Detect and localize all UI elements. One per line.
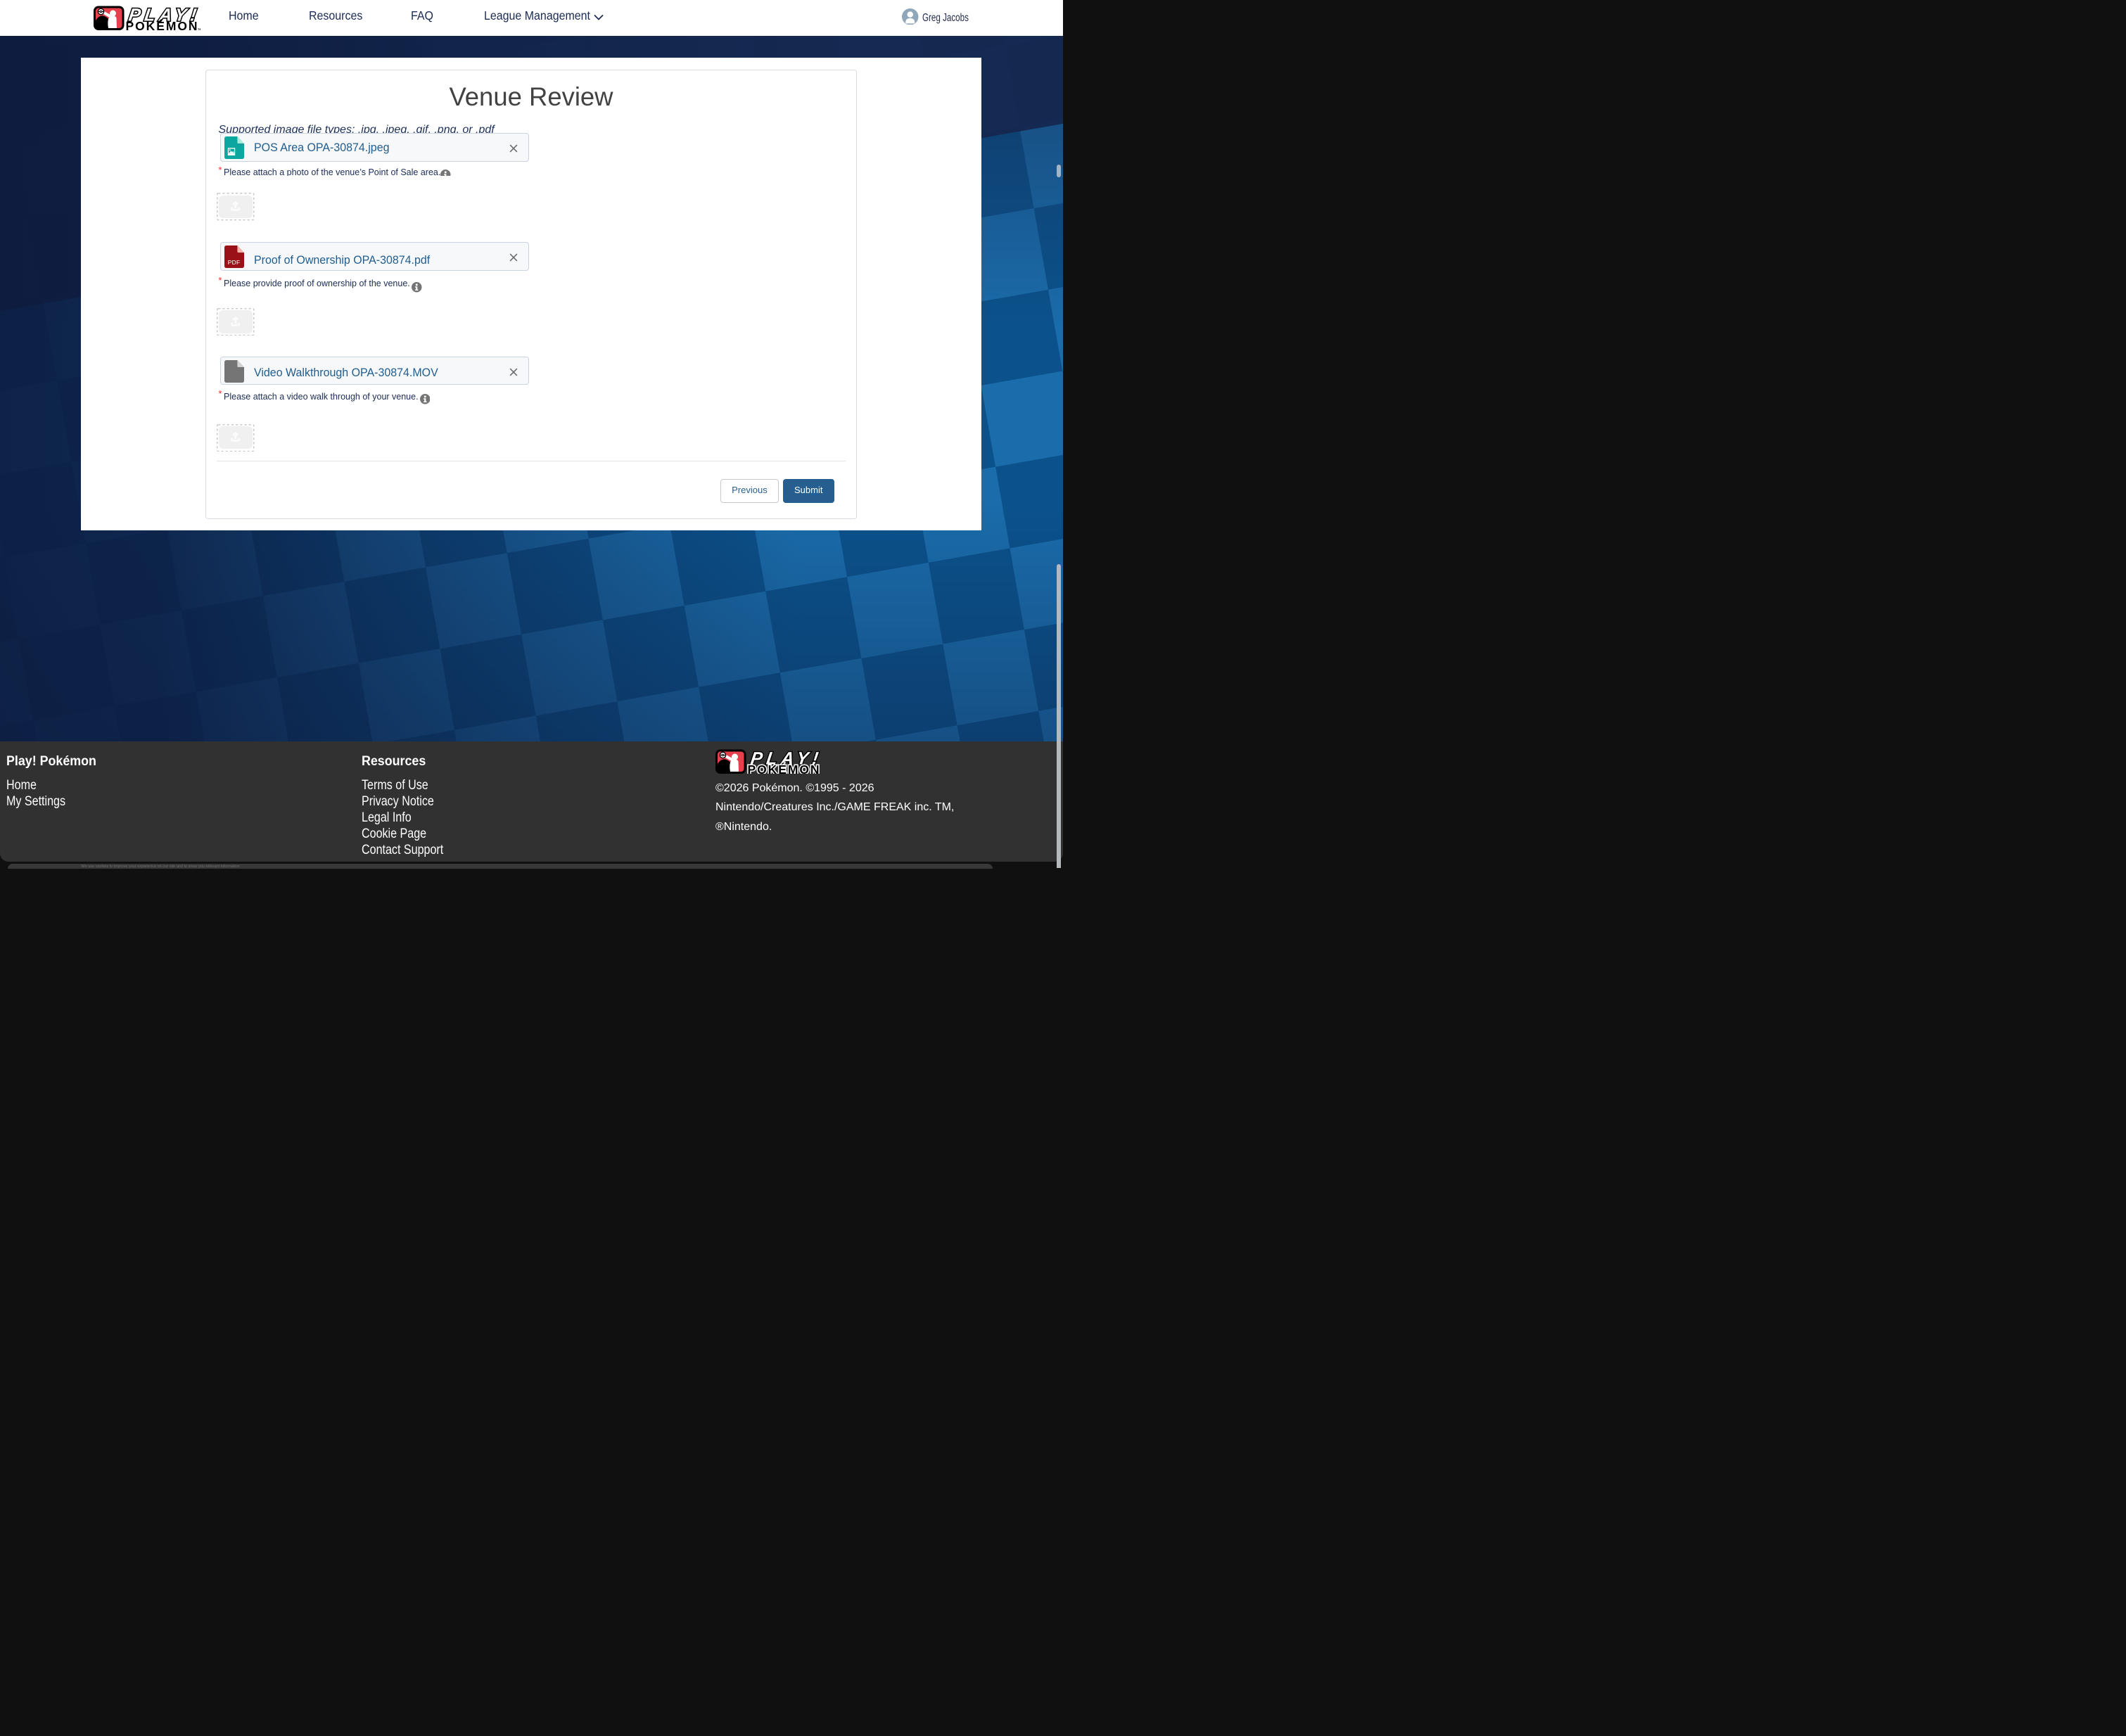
svg-text:POKÉMON: POKÉMON: [748, 762, 820, 774]
svg-text:POKÉMON: POKÉMON: [125, 18, 197, 30]
svg-text:TM: TM: [198, 27, 200, 30]
svg-text:PDF: PDF: [228, 258, 241, 265]
